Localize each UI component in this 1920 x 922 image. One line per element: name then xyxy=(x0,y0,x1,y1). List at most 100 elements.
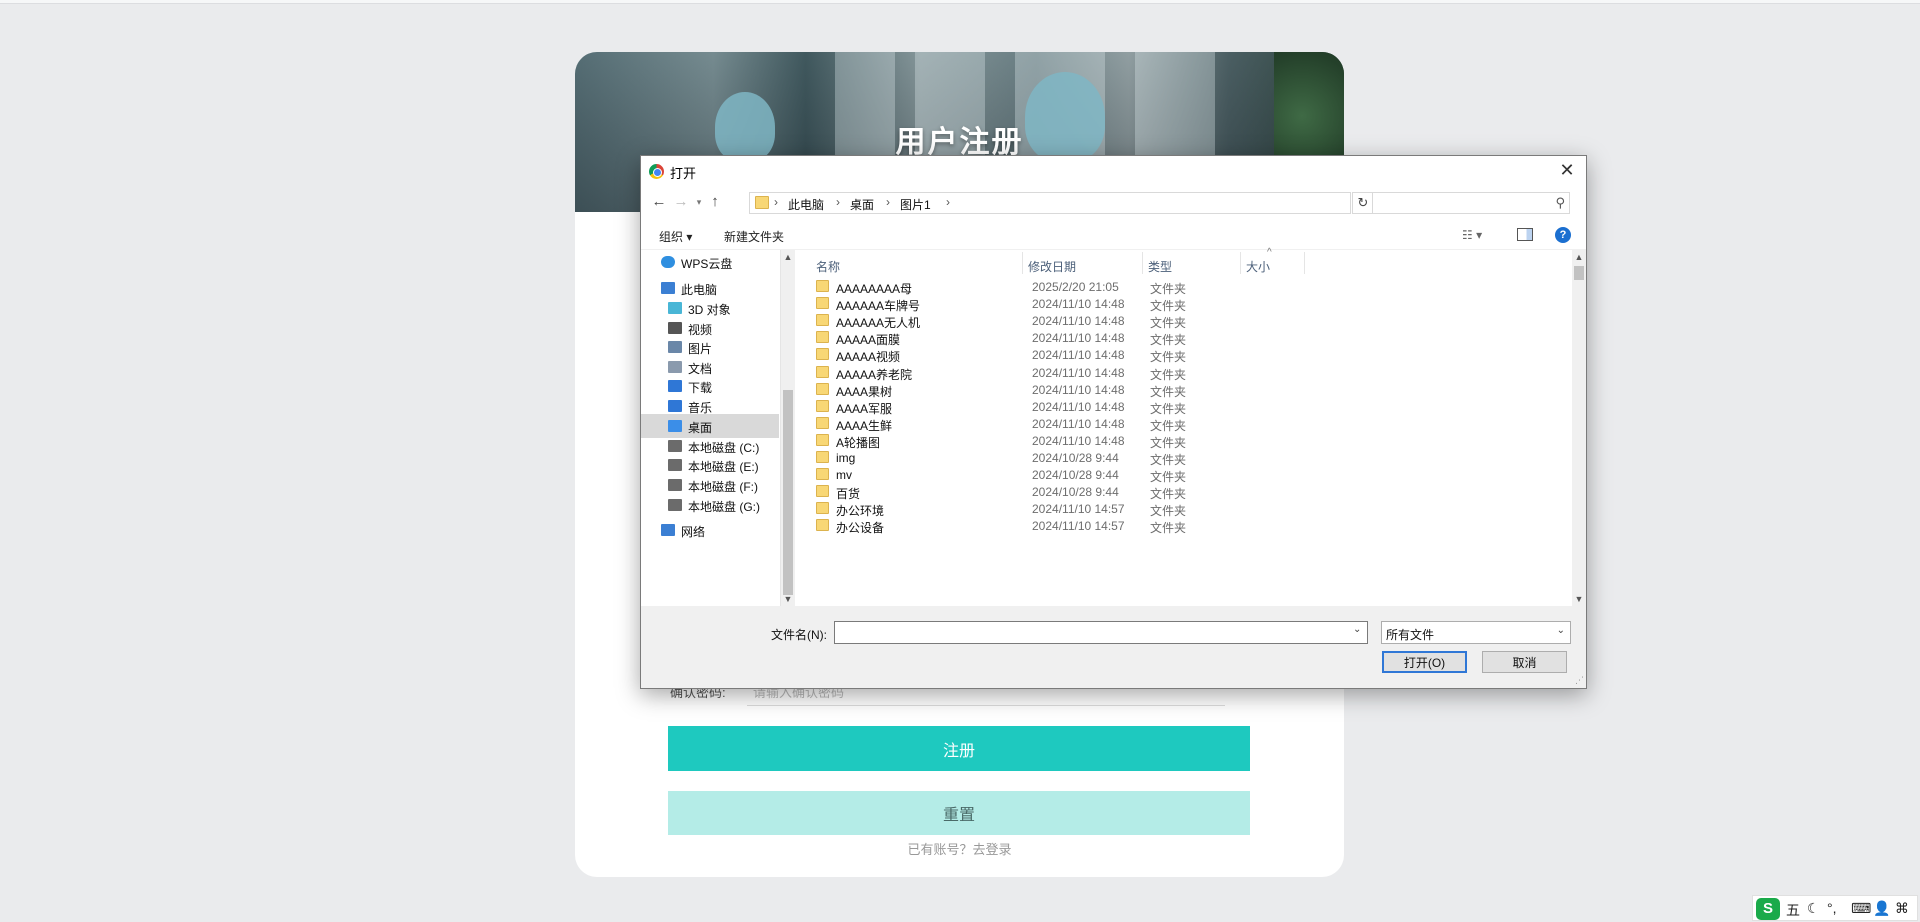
open-button[interactable]: 打开(O) xyxy=(1382,651,1467,673)
file-date: 2024/11/10 14:57 xyxy=(1032,519,1125,534)
file-date: 2024/11/10 14:48 xyxy=(1032,365,1125,380)
filename-label: 文件名(N): xyxy=(771,628,827,642)
file-type: 文件夹 xyxy=(1150,521,1187,536)
cancel-button[interactable]: 取消 xyxy=(1482,651,1567,673)
file-name: img xyxy=(836,451,856,465)
refresh-icon[interactable]: ↻ xyxy=(1352,192,1374,214)
scroll-up-icon[interactable]: ▲ xyxy=(1572,250,1586,264)
drive-icon xyxy=(668,440,682,452)
file-list-scrollbar[interactable]: ▲ ▼ xyxy=(1572,250,1586,606)
file-type-select[interactable]: 所有文件 ⌄ xyxy=(1381,621,1571,644)
sort-caret-icon: ^ xyxy=(1267,247,1272,258)
folder-icon xyxy=(816,416,829,429)
music-icon xyxy=(668,400,682,412)
help-icon[interactable]: ? xyxy=(1555,227,1571,243)
breadcrumb-desktop[interactable]: 桌面 xyxy=(850,196,874,213)
folder-icon xyxy=(816,433,829,446)
folder-icon xyxy=(816,399,829,412)
forward-arrow-icon[interactable]: → xyxy=(671,192,691,212)
preview-pane-icon[interactable] xyxy=(1517,228,1533,241)
scroll-up-icon[interactable]: ▲ xyxy=(781,250,795,264)
ime-toolbar[interactable]: S 五 ☾ °, ⌨ 👤 ⌘ xyxy=(1752,895,1918,921)
file-name: 办公设备 xyxy=(836,521,885,536)
file-name: mv xyxy=(836,468,852,483)
file-date: 2024/11/10 14:48 xyxy=(1032,433,1125,448)
input-underline xyxy=(747,705,1225,706)
folder-icon xyxy=(816,365,829,378)
go-login-link[interactable]: 已有账号？去登录 xyxy=(575,839,1344,858)
file-date: 2024/10/28 9:44 xyxy=(1032,468,1119,483)
up-arrow-icon[interactable]: ↑ xyxy=(705,192,725,212)
file-type-value: 所有文件 xyxy=(1386,628,1435,642)
filename-input[interactable] xyxy=(834,621,1368,644)
sogou-logo-icon[interactable]: S xyxy=(1756,898,1780,920)
resize-grip-icon[interactable]: ⋰ xyxy=(1575,675,1584,686)
file-date: 2024/11/10 14:48 xyxy=(1032,399,1125,414)
file-date: 2024/11/10 14:48 xyxy=(1032,382,1125,397)
back-arrow-icon[interactable]: ← xyxy=(649,192,669,212)
drive-icon xyxy=(668,459,682,471)
open-file-dialog: 打开 ✕ ← → ▾ ↑ › 此电脑 › 桌面 › 图片1 › ⌄ ↻ ⚲ I … xyxy=(640,155,1587,689)
dialog-titlebar[interactable]: 打开 ✕ xyxy=(641,156,1586,186)
reset-button[interactable]: 重置 xyxy=(668,791,1250,835)
register-button[interactable]: 注册 xyxy=(668,726,1250,771)
ime-mode-label[interactable]: 五 xyxy=(1786,900,1800,920)
folder-icon xyxy=(816,348,829,361)
moon-icon[interactable]: ☾ xyxy=(1807,900,1820,917)
file-row[interactable]: 办公设备 2024/11/10 14:57 文件夹 xyxy=(795,515,1572,536)
desktop-icon xyxy=(668,420,682,432)
folder-icon xyxy=(816,331,829,344)
folder-icon xyxy=(816,451,829,463)
sidebar-item[interactable]: WPS云盘 xyxy=(641,250,779,274)
keyboard-icon[interactable]: ⌨ xyxy=(1851,900,1871,917)
scroll-down-icon[interactable]: ▼ xyxy=(1572,592,1586,606)
user-icon[interactable]: 👤 xyxy=(1873,900,1890,917)
organize-button[interactable]: 组织 ▾ xyxy=(659,228,692,245)
folder-icon xyxy=(816,280,829,292)
file-date: 2024/11/10 14:48 xyxy=(1032,314,1125,329)
address-bar[interactable]: › 此电脑 › 桌面 › 图片1 › ⌄ xyxy=(749,192,1442,214)
network-icon xyxy=(661,524,675,536)
nav-pane-scrollbar[interactable]: ▲ ▼ xyxy=(781,250,795,606)
folder-icon xyxy=(816,382,829,395)
file-date: 2024/11/10 14:48 xyxy=(1032,297,1125,312)
download-icon xyxy=(668,380,682,392)
file-list: 名称 修改日期 类型 大小 ^ AAAAAAAA母 2025/2/20 21:05… xyxy=(795,247,1572,606)
dialog-toolbar: 组织 ▾ 新建文件夹 ☷ ▾ ? xyxy=(641,220,1586,250)
breadcrumb-this-pc[interactable]: 此电脑 xyxy=(788,196,824,213)
scroll-thumb[interactable] xyxy=(1574,266,1584,280)
grid-menu-icon[interactable]: ⌘ xyxy=(1895,900,1909,917)
sidebar-item-label: 本地磁盘 (G:) xyxy=(688,500,760,514)
drive-icon xyxy=(668,479,682,491)
folder-icon xyxy=(816,297,829,310)
document-icon xyxy=(668,361,682,373)
column-name[interactable]: 名称 xyxy=(816,250,840,276)
navigation-bar: ← → ▾ ↑ › 此电脑 › 桌面 › 图片1 › ⌄ ↻ ⚲ I xyxy=(641,186,1586,250)
search-input[interactable]: ⚲ xyxy=(1372,192,1570,214)
file-date: 2024/11/10 14:57 xyxy=(1032,502,1125,517)
view-options-icon[interactable]: ☷ ▾ xyxy=(1462,228,1482,242)
file-date: 2024/10/28 9:44 xyxy=(1032,451,1119,465)
browser-top-edge xyxy=(0,0,1920,4)
computer-icon xyxy=(661,282,675,294)
folder-icon xyxy=(755,196,769,209)
close-icon[interactable]: ✕ xyxy=(1556,159,1578,181)
column-date[interactable]: 修改日期 xyxy=(1028,250,1076,276)
sidebar-item[interactable]: 网络 xyxy=(641,518,779,542)
file-date: 2024/11/10 14:48 xyxy=(1032,416,1125,431)
video-icon xyxy=(668,322,682,334)
file-date: 2025/2/20 21:05 xyxy=(1032,280,1119,294)
column-type[interactable]: 类型 xyxy=(1148,250,1172,276)
file-date: 2024/11/10 14:48 xyxy=(1032,331,1125,346)
scroll-down-icon[interactable]: ▼ xyxy=(781,592,795,606)
new-folder-button[interactable]: 新建文件夹 xyxy=(724,228,784,245)
breadcrumb-pictures1[interactable]: 图片1 xyxy=(900,196,931,213)
sidebar-item-label: 网络 xyxy=(681,525,706,539)
folder-icon xyxy=(816,519,829,532)
folder-icon xyxy=(816,468,829,481)
sidebar-item-label: WPS云盘 xyxy=(681,257,733,271)
file-date: 2024/10/28 9:44 xyxy=(1032,485,1119,500)
punctuation-icon[interactable]: °, xyxy=(1827,900,1837,916)
scroll-thumb[interactable] xyxy=(783,390,793,595)
sidebar-item[interactable]: 本地磁盘 (G:) xyxy=(641,493,779,517)
